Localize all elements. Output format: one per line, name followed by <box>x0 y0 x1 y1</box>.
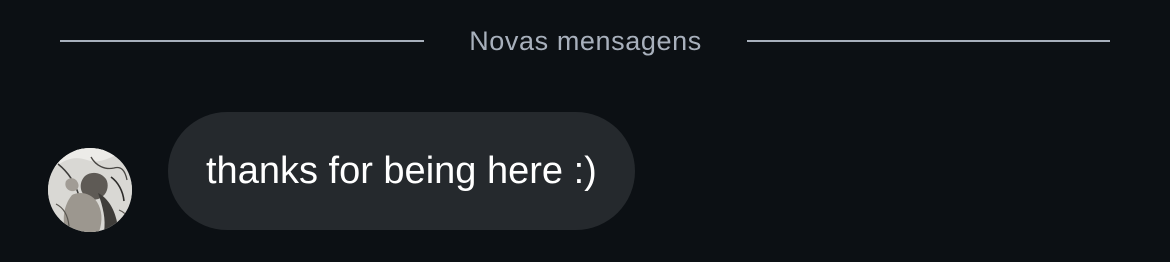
new-messages-divider-line-right <box>747 40 1110 42</box>
sender-avatar[interactable] <box>48 148 132 232</box>
new-messages-divider-line-left <box>60 40 424 42</box>
message-bubble[interactable]: thanks for being here :) <box>168 112 635 230</box>
chat-screen: Novas mensagens thanks for being here :) <box>0 0 1170 262</box>
profile-photo-sketch-icon <box>48 148 132 232</box>
new-messages-divider-label: Novas mensagens <box>469 26 702 56</box>
message-row: thanks for being here :) <box>0 110 1170 232</box>
